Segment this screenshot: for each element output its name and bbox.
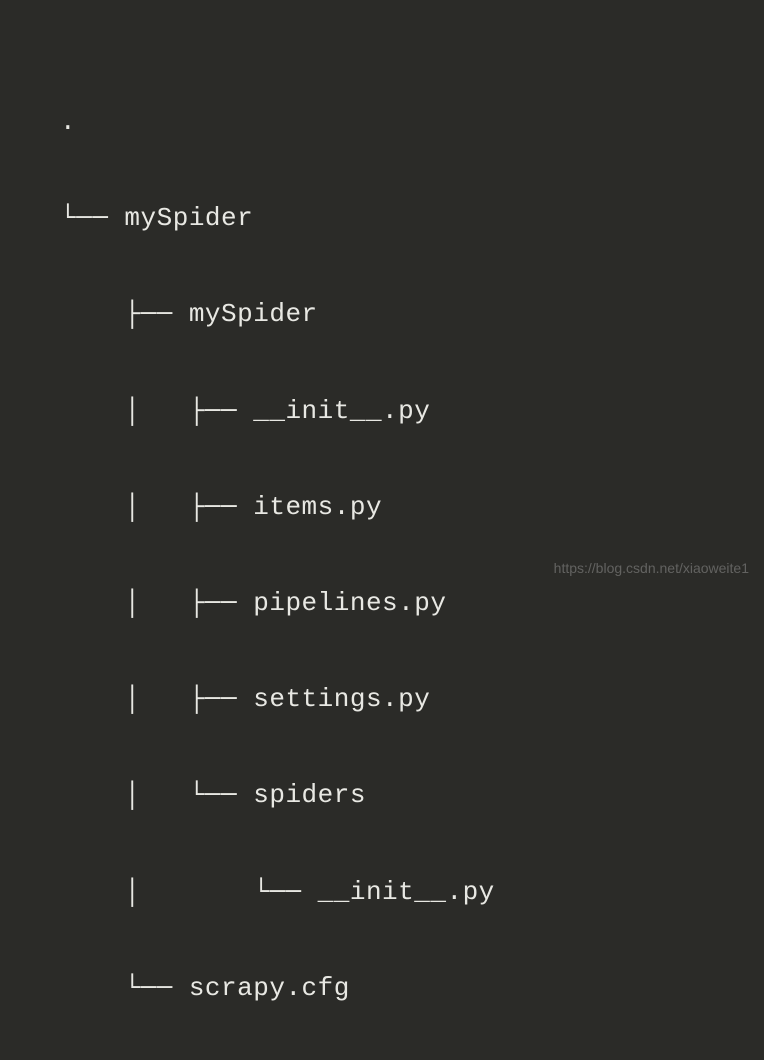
- tree-node-name: __init__.py: [318, 877, 495, 907]
- tree-node-name: mySpider: [124, 203, 253, 233]
- tree-node-name: spiders: [253, 780, 366, 810]
- tree-node-name: scrapy.cfg: [189, 973, 350, 1003]
- tree-prefix: │ ├──: [60, 684, 253, 714]
- tree-node-name: items.py: [253, 492, 382, 522]
- tree-prefix: │ └──: [60, 877, 318, 907]
- tree-line: │ └── spiders: [60, 771, 764, 819]
- tree-node-name: settings.py: [253, 684, 430, 714]
- tree-prefix: └──: [60, 973, 189, 1003]
- tree-node-name: pipelines.py: [253, 588, 446, 618]
- tree-line: │ └── __init__.py: [60, 868, 764, 916]
- tree-line: │ ├── items.py: [60, 483, 764, 531]
- watermark-text: https://blog.csdn.net/xiaoweite1: [554, 560, 749, 576]
- tree-line: ├── mySpider: [60, 290, 764, 338]
- tree-prefix: └──: [60, 203, 124, 233]
- tree-prefix: │ ├──: [60, 396, 253, 426]
- tree-line: └── scrapy.cfg: [60, 964, 764, 1012]
- tree-prefix: ├──: [60, 299, 189, 329]
- tree-prefix: │ └──: [60, 780, 253, 810]
- tree-line: └── mySpider: [60, 194, 764, 242]
- directory-tree: . └── mySpider ├── mySpider │ ├── __init…: [60, 50, 764, 1060]
- tree-node-name: mySpider: [189, 299, 318, 329]
- tree-line: │ ├── settings.py: [60, 675, 764, 723]
- tree-prefix: │ ├──: [60, 588, 253, 618]
- tree-prefix: │ ├──: [60, 492, 253, 522]
- tree-line: │ ├── pipelines.py: [60, 579, 764, 627]
- tree-root: .: [60, 98, 764, 146]
- tree-node-name: __init__.py: [253, 396, 430, 426]
- tree-line: │ ├── __init__.py: [60, 387, 764, 435]
